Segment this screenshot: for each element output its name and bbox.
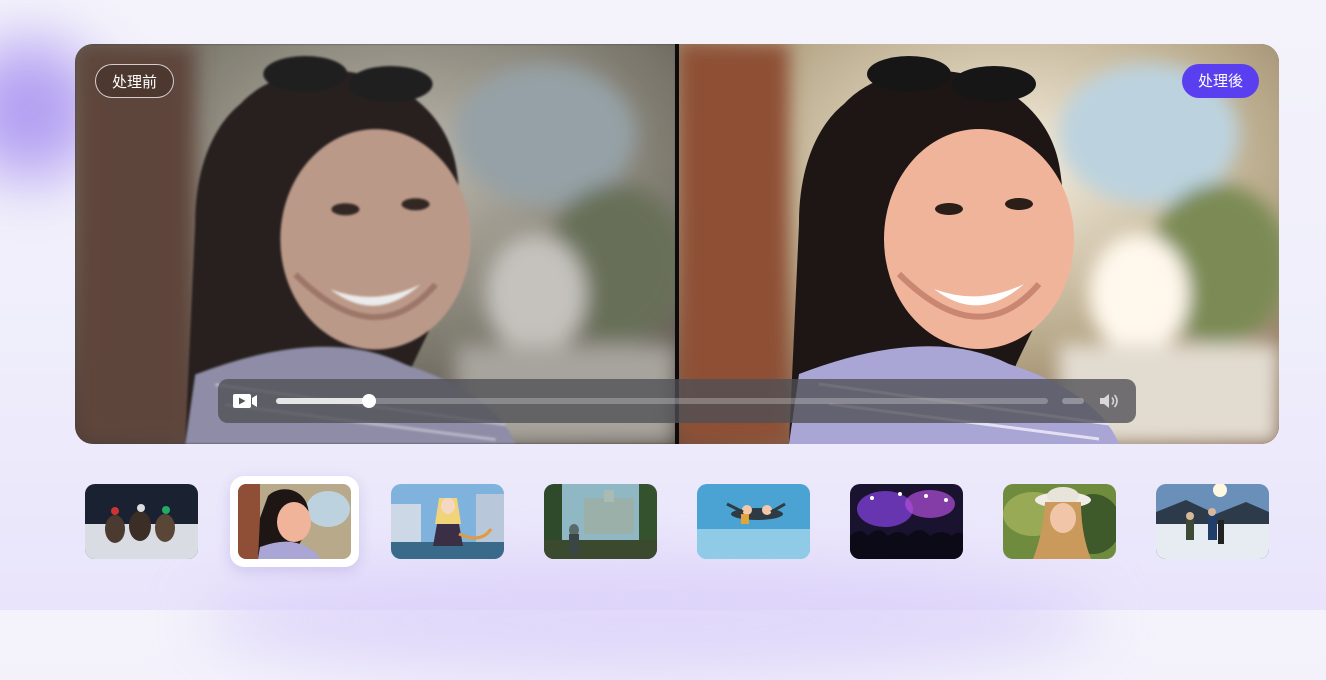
progress-bar[interactable] [276, 394, 1048, 408]
playback-controls [218, 379, 1136, 423]
video-camera-icon[interactable] [232, 391, 258, 411]
volume-slider[interactable] [1062, 398, 1084, 404]
progress-handle[interactable] [361, 394, 376, 408]
thumbnail-snow-hikers[interactable] [1156, 484, 1269, 559]
thumbnail-horse-race[interactable] [85, 484, 198, 559]
after-label: 处理後 [1181, 64, 1259, 98]
thumbnail-skydivers[interactable] [697, 484, 810, 559]
before-label: 处理前 [95, 64, 175, 98]
thumbnail-woman-portrait[interactable] [230, 476, 359, 567]
comparison-video-player[interactable]: 处理前 处理後 [75, 44, 1279, 444]
thumbnail-anime-girl[interactable] [391, 484, 504, 559]
thumbnail-woman-hat[interactable] [1003, 484, 1116, 559]
volume-icon[interactable] [1098, 391, 1122, 411]
progress-fill [276, 398, 369, 404]
thumbnail-game-soldier[interactable] [544, 484, 657, 559]
thumbnail-concert-crowd[interactable] [850, 484, 963, 559]
decorative-glow [200, 560, 1100, 680]
